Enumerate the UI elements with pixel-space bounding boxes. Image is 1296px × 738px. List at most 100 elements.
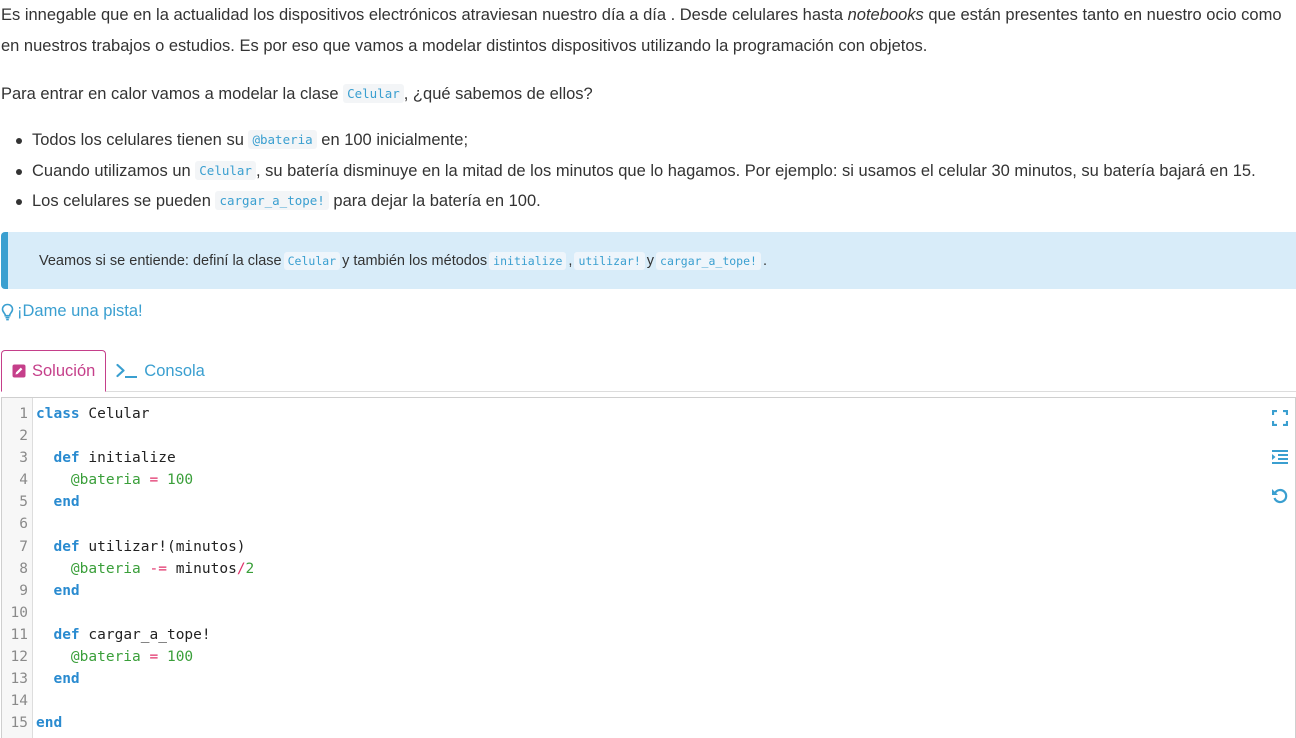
inline-code: Celular	[343, 84, 404, 103]
line-number: 2	[19, 428, 28, 445]
line-number: 12	[10, 649, 28, 666]
fullscreen-icon	[1272, 410, 1288, 426]
code-ivar: @bateria	[70, 472, 141, 489]
callout-text: y	[646, 252, 655, 269]
line-number: 9	[19, 582, 28, 599]
task-callout: Veamos si se entiende: definí la clase C…	[1, 232, 1296, 289]
code-line: class Celular	[36, 403, 1295, 425]
hint-link[interactable]: ¡Dame una pista!	[1, 302, 143, 321]
line-number: 6	[19, 516, 28, 533]
list-item: Todos los celulares tienen su @bateria e…	[16, 125, 1256, 156]
code-number: 100	[166, 472, 194, 489]
tab-solution-label: Solución	[32, 361, 96, 380]
code-keyword: end	[53, 494, 80, 511]
code-operator: =	[149, 472, 159, 489]
inline-code: @bateria	[248, 130, 317, 149]
code-line: end	[36, 491, 1295, 513]
reset-button[interactable]	[1270, 486, 1290, 506]
code-line: @bateria = 100	[36, 469, 1295, 491]
line-number: 8	[19, 560, 28, 577]
line-number: 13	[10, 671, 28, 688]
list-item: Cuando utilizamos un Celular, su batería…	[16, 156, 1256, 187]
list-item: Los celulares se pueden cargar_a_tope! p…	[16, 186, 1256, 217]
inline-code: cargar_a_tope!	[215, 191, 329, 210]
indent-icon	[1272, 450, 1288, 464]
code-operator: /	[236, 560, 246, 577]
terminal-icon	[116, 363, 138, 378]
line-number: 3	[19, 450, 28, 467]
line-number: 10	[10, 604, 28, 621]
callout-text: y también los métodos	[342, 252, 488, 269]
exercise-page: Es innegable que en la actualidad los di…	[0, 0, 1296, 738]
code-editor[interactable]: 1 2 3 4 5 6 7 8 9 10 11 12 13 14 15 clas…	[1, 397, 1296, 738]
line-number: 11	[10, 626, 28, 643]
code-line: @bateria -= minutos/2	[36, 558, 1295, 580]
intro-emphasis: notebooks	[847, 6, 924, 24]
list-item-text: Los celulares se pueden	[32, 192, 216, 210]
code-keyword: def	[53, 626, 80, 643]
code-ivar: @bateria	[70, 649, 141, 666]
inline-code: initialize	[489, 251, 567, 270]
code-line: end	[36, 712, 1295, 734]
bullet-icon	[16, 138, 22, 144]
code-keyword: class	[36, 406, 80, 422]
warmup-text-2: , ¿qué sabemos de ellos?	[403, 85, 593, 103]
code-number: 100	[166, 649, 194, 666]
list-item-text: Todos los celulares tienen su	[32, 131, 249, 149]
code-line: @bateria = 100	[36, 646, 1295, 668]
inline-code: cargar_a_tope!	[656, 251, 761, 270]
line-number-gutter: 1 2 3 4 5 6 7 8 9 10 11 12 13 14 15	[2, 398, 33, 738]
lightbulb-icon	[1, 303, 14, 320]
code-keyword: def	[53, 538, 80, 555]
editor-toolbar	[1270, 408, 1290, 506]
line-number: 4	[19, 472, 28, 489]
warmup-text-1: Para entrar en calor vamos a modelar la …	[1, 85, 344, 103]
line-number: 7	[19, 538, 28, 555]
tab-console[interactable]: Consola	[106, 350, 215, 392]
code-line: def initialize	[36, 447, 1295, 469]
code-keyword: def	[53, 450, 80, 467]
tab-console-label: Consola	[144, 361, 205, 380]
fullscreen-button[interactable]	[1270, 408, 1290, 428]
bullet-icon	[16, 199, 22, 205]
code-area[interactable]: class Celular def initialize @bateria = …	[33, 398, 1295, 738]
code-text: utilizar!(minutos)	[79, 538, 246, 555]
intro-paragraph: Es innegable que en la actualidad los di…	[1, 0, 1296, 62]
intro-text-1: Es innegable que en la actualidad los di…	[1, 6, 848, 24]
code-keyword: end	[53, 671, 80, 688]
indent-button[interactable]	[1270, 447, 1290, 467]
code-number: 2	[245, 560, 255, 577]
undo-icon	[1272, 488, 1288, 504]
code-line: def utilizar!(minutos)	[36, 536, 1295, 558]
tab-solution[interactable]: Solución	[1, 350, 107, 392]
code-text: Celular	[79, 406, 150, 422]
code-line: def cargar_a_tope!	[36, 624, 1295, 646]
code-keyword: end	[36, 715, 63, 732]
line-number: 1	[19, 406, 28, 422]
inline-code: utilizar!	[574, 251, 645, 270]
inline-code: Celular	[283, 251, 341, 270]
list-item-text: para dejar la batería en 100.	[328, 192, 541, 210]
code-text: minutos	[175, 560, 237, 577]
code-line: end	[36, 668, 1295, 690]
code-text: initialize	[79, 450, 176, 467]
code-operator: =	[149, 649, 159, 666]
editor-tabs: Solución Consola	[1, 350, 1296, 392]
hint-label: ¡Dame una pista!	[17, 302, 143, 320]
list-item-text: Cuando utilizamos un	[32, 161, 196, 180]
callout-text: Veamos si se entiende: definí la clase	[39, 252, 282, 269]
callout-text: ,	[568, 252, 573, 269]
warmup-paragraph: Para entrar en calor vamos a modelar la …	[1, 78, 593, 110]
code-operator: -=	[149, 560, 167, 577]
inline-code: Celular	[195, 160, 256, 180]
line-number: 14	[10, 693, 28, 710]
list-item-text: en 100 inicialmente;	[316, 131, 469, 149]
bullet-icon	[16, 168, 22, 175]
list-item-text: , su batería disminuye en la mitad de lo…	[255, 161, 1256, 180]
edit-icon	[12, 364, 26, 378]
callout-text: .	[762, 252, 767, 269]
